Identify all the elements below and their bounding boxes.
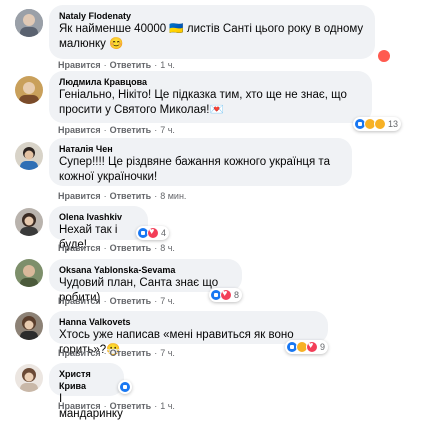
comment-author[interactable]: Христя Крива: [59, 368, 114, 392]
comment-actions: Нравится · Ответить · 1 ч.: [58, 60, 175, 70]
avatar-image: [15, 259, 43, 287]
avatar-image: [15, 364, 43, 392]
avatar-image: [15, 312, 43, 340]
reply-link[interactable]: Ответить: [110, 191, 152, 201]
reaction-summary[interactable]: [118, 380, 132, 394]
avatar-image: [15, 9, 43, 37]
comment-author[interactable]: Людмила Кравцова: [59, 76, 362, 88]
comment-timestamp[interactable]: 8 ч.: [160, 243, 175, 253]
comment-actions: Нравится · Ответить · 7 ч.: [58, 125, 175, 135]
comment-author[interactable]: Olena Ivashkiv: [59, 211, 138, 223]
avatar[interactable]: [15, 9, 43, 37]
comment-bubble: Nataly Flodenaty Як найменше 40000 🇺🇦 ли…: [49, 5, 375, 59]
reaction-count: 13: [388, 119, 399, 129]
reply-link[interactable]: Ответить: [110, 60, 152, 70]
like-link[interactable]: Нравится: [58, 125, 101, 135]
reaction-summary[interactable]: 9: [285, 340, 329, 354]
like-reaction-icon: [119, 381, 131, 393]
reaction-sticker-icon: [378, 50, 390, 62]
reaction-summary[interactable]: 4: [136, 226, 170, 240]
comment-actions: Нравится · Ответить · 1 ч.: [58, 401, 175, 411]
like-link[interactable]: Нравится: [58, 348, 101, 358]
avatar[interactable]: [15, 259, 43, 287]
reply-link[interactable]: Ответить: [110, 125, 152, 135]
avatar[interactable]: [15, 312, 43, 340]
comment-text: Геніально, Нікіто! Це підказка тим, хто …: [59, 89, 347, 116]
like-link[interactable]: Нравится: [58, 60, 101, 70]
reaction-count: 8: [234, 290, 240, 300]
comment-bubble: Наталія Чен Супер!!!! Це різдвяне бажанн…: [49, 138, 352, 186]
avatar-image: [15, 142, 43, 170]
comment-timestamp[interactable]: 1 ч.: [160, 60, 175, 70]
like-link[interactable]: Нравится: [58, 296, 101, 306]
comment-actions: Нравится · Ответить · 7 ч.: [58, 348, 175, 358]
comment-actions: Нравится · Ответить · 7 ч.: [58, 296, 175, 306]
comment-timestamp[interactable]: 7 ч.: [160, 125, 175, 135]
reaction-count: 9: [320, 342, 326, 352]
avatar[interactable]: [15, 76, 43, 104]
avatar[interactable]: [15, 142, 43, 170]
comment-timestamp[interactable]: 1 ч.: [160, 401, 175, 411]
like-link[interactable]: Нравится: [58, 401, 101, 411]
haha-reaction-icon: [374, 118, 386, 130]
comment-text: Супер!!!! Це різдвяне бажання кожного ук…: [59, 156, 330, 183]
avatar-image: [15, 208, 43, 236]
avatar[interactable]: [15, 208, 43, 236]
avatar[interactable]: [15, 364, 43, 392]
avatar-image: [15, 76, 43, 104]
comment-timestamp[interactable]: 7 ч.: [160, 296, 175, 306]
comment-author[interactable]: Nataly Flodenaty: [59, 10, 365, 22]
comment-bubble: Olena Ivashkiv Нехай так і буде!: [49, 206, 148, 251]
comment-text: Як найменше 40000 🇺🇦 листів Санті цього …: [59, 23, 364, 50]
reaction-count: 4: [161, 228, 167, 238]
reply-link[interactable]: Ответить: [110, 296, 152, 306]
comment-actions: Нравится · Ответить · 8 ч.: [58, 243, 175, 253]
comment-author[interactable]: Hanna Valkovets: [59, 316, 318, 328]
comment-bubble: Христя Крива І мандаринку: [49, 363, 124, 420]
like-link[interactable]: Нравится: [58, 191, 101, 201]
reply-link[interactable]: Ответить: [110, 348, 152, 358]
reaction-summary[interactable]: 13: [353, 117, 402, 131]
comment-author[interactable]: Наталія Чен: [59, 143, 342, 155]
comment-timestamp[interactable]: 8 мин.: [160, 191, 186, 201]
love-reaction-icon: [147, 226, 159, 239]
comment-author[interactable]: Oksana Yablonska-Sevama: [59, 264, 232, 276]
comment-actions: Нравится · Ответить · 8 мин.: [58, 191, 187, 201]
comment-timestamp[interactable]: 7 ч.: [160, 348, 175, 358]
comment-bubble: Oksana Yablonska-Sevama Чудовий план, Са…: [49, 259, 242, 304]
comment-bubble: Людмила Кравцова Геніально, Нікіто! Це п…: [49, 71, 372, 123]
love-reaction-icon: [220, 288, 232, 301]
comment-bubble: Hanna Valkovets Хтось уже написав «мені …: [49, 311, 328, 356]
reply-link[interactable]: Ответить: [110, 243, 152, 253]
like-link[interactable]: Нравится: [58, 243, 101, 253]
love-reaction-icon: [306, 340, 318, 353]
reply-link[interactable]: Ответить: [110, 401, 152, 411]
reaction-summary[interactable]: 8: [209, 288, 243, 302]
